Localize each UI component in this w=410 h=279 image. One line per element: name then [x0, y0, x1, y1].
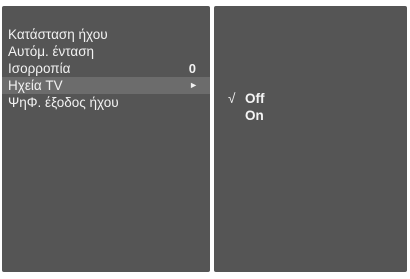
menu-item-label: ΨηΦ. έξοδος ήχου [8, 95, 119, 110]
menu-item-label: Αυτόμ. ένταση [8, 44, 95, 59]
menu-item-balance[interactable]: Ισορροπία 0 [2, 60, 210, 77]
sound-settings-panel: Κατάσταση ήχου Αυτόμ. ένταση Ισορροπία 0… [2, 6, 210, 272]
tv-sound-menu: Κατάσταση ήχου Αυτόμ. ένταση Ισορροπία 0… [0, 0, 410, 279]
menu-item-digital-audio-out[interactable]: ΨηΦ. έξοδος ήχου [2, 94, 210, 111]
option-label: On [245, 108, 264, 123]
menu-item-auto-volume[interactable]: Αυτόμ. ένταση [2, 43, 210, 60]
option-on[interactable]: On [214, 107, 407, 124]
balance-value: 0 [188, 61, 196, 76]
check-mark-icon: √ [228, 91, 236, 106]
option-label: Off [245, 91, 265, 106]
option-off[interactable]: √ Off [214, 90, 407, 107]
submenu-arrow-icon: ► [189, 80, 198, 90]
menu-item-tv-speakers[interactable]: Ηχεία TV ► [2, 77, 210, 94]
menu-item-label: Κατάσταση ήχου [8, 27, 108, 42]
menu-item-label: Ηχεία TV [8, 78, 63, 93]
menu-item-label: Ισορροπία [8, 61, 71, 76]
tv-speakers-submenu: √ Off On [214, 6, 407, 272]
menu-item-sound-mode[interactable]: Κατάσταση ήχου [2, 26, 210, 43]
